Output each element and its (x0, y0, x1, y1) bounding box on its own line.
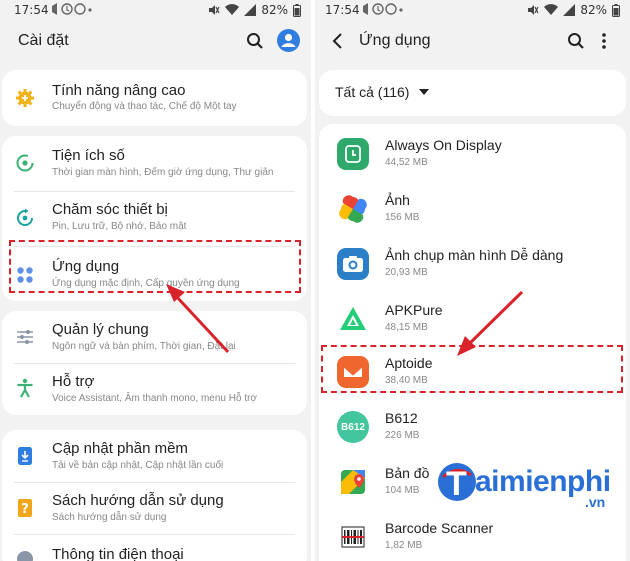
settings-screen: 17:54 82% Cài đặt Tính năng nâng cao Chu… (0, 0, 311, 561)
taimienphi-watermark: T aimienphi .vn (437, 461, 627, 511)
arrow-annotation (166, 284, 230, 354)
brand-suffix: .vn (585, 494, 606, 510)
brand-initial: T (446, 465, 467, 503)
